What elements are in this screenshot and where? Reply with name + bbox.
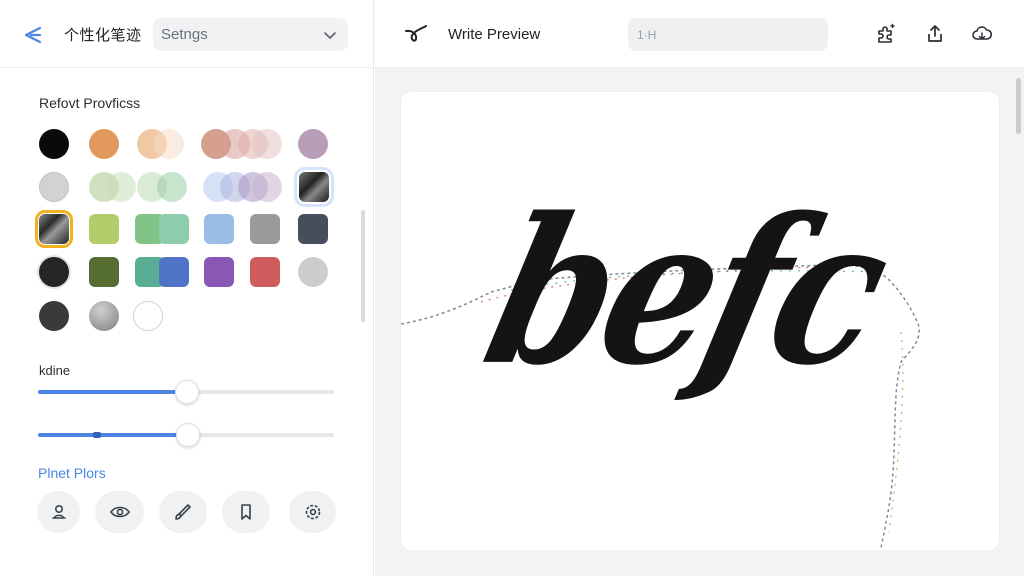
swatch-orange[interactable] xyxy=(89,129,119,159)
bookmark-button[interactable] xyxy=(222,491,270,533)
presets-link[interactable]: Plnet Plors xyxy=(38,465,106,481)
user-icon xyxy=(51,504,66,519)
slider-thumb[interactable] xyxy=(175,380,199,404)
settings-dropdown-value: Setngs xyxy=(161,26,208,43)
swatch-white[interactable] xyxy=(133,301,163,331)
swatch-mauve-light[interactable] xyxy=(252,172,282,202)
sync-button[interactable] xyxy=(968,20,996,48)
swatch-slate[interactable] xyxy=(298,214,328,244)
swatch-gray[interactable] xyxy=(250,214,280,244)
handwriting-preview: befc xyxy=(466,174,906,411)
slider-thumb[interactable] xyxy=(176,423,200,447)
eye-icon xyxy=(109,506,130,518)
slider-fill xyxy=(38,433,188,437)
cloud-sync-icon xyxy=(972,26,993,40)
swatch-peach-light[interactable] xyxy=(154,129,184,159)
brush-presets-title: Refovt Provficss xyxy=(39,95,141,111)
user-button[interactable] xyxy=(37,491,80,533)
swatch-black[interactable] xyxy=(39,129,69,159)
preview-search-input[interactable]: 1·H xyxy=(628,18,828,51)
settings-panel: 个性化笔迹 Setngs Refovt Provficss kdine Plne… xyxy=(0,0,374,576)
back-arrow-icon xyxy=(24,26,42,44)
slider-marker xyxy=(93,432,101,438)
slider-label: kdine xyxy=(39,363,71,378)
swatch-texture-graphite[interactable] xyxy=(35,210,73,248)
swatch-charcoal[interactable] xyxy=(39,257,69,287)
chevron-down-icon xyxy=(322,27,338,43)
swatch-cobalt[interactable] xyxy=(159,257,189,287)
settings-dropdown[interactable]: Setngs xyxy=(153,18,348,51)
swatch-dark-gray[interactable] xyxy=(39,301,69,331)
puzzle-icon xyxy=(878,23,895,43)
share-icon xyxy=(928,25,942,42)
swatch-texture-charcoal[interactable] xyxy=(294,167,334,207)
left-header: 个性化笔迹 Setngs xyxy=(0,0,373,68)
swatch-sky-blue[interactable] xyxy=(204,214,234,244)
plugin-button[interactable] xyxy=(872,20,900,48)
swatch-sage-light[interactable] xyxy=(106,172,136,202)
opacity-slider[interactable] xyxy=(38,423,334,447)
brush-icon xyxy=(175,504,191,520)
swatch-mint-dark[interactable] xyxy=(157,172,187,202)
panel-title: 个性化笔迹 xyxy=(64,27,142,44)
preview-header: Write Preview 1·H xyxy=(375,0,1024,68)
back-button[interactable] xyxy=(18,21,46,49)
swatch-silver[interactable] xyxy=(298,257,328,287)
swatch-lavender[interactable] xyxy=(298,129,328,159)
swatch-lime[interactable] xyxy=(89,214,119,244)
swatch-green-teal[interactable] xyxy=(159,214,189,244)
preview-title: Write Preview xyxy=(448,26,541,43)
pen-logo-icon xyxy=(405,25,427,42)
slider-fill xyxy=(38,390,188,394)
swatch-olive[interactable] xyxy=(89,257,119,287)
swatch-purple[interactable] xyxy=(204,257,234,287)
swatch-light-gray[interactable] xyxy=(39,172,69,202)
bookmark-icon xyxy=(241,504,251,520)
swatch-red[interactable] xyxy=(250,257,280,287)
swatch-gradient-gray[interactable] xyxy=(89,301,119,331)
brush-button[interactable] xyxy=(159,491,207,533)
panel-scrollbar[interactable] xyxy=(361,210,365,322)
preview-scrollbar[interactable] xyxy=(1016,78,1021,134)
swatch-pink-light[interactable] xyxy=(252,129,282,159)
settings-button[interactable] xyxy=(289,491,336,533)
writing-canvas[interactable]: befc xyxy=(401,92,999,550)
gear-icon xyxy=(305,504,320,520)
view-button[interactable] xyxy=(95,491,144,533)
preview-panel: Write Preview 1·H befc xyxy=(375,0,1024,576)
line-width-slider[interactable] xyxy=(38,380,334,404)
share-button[interactable] xyxy=(921,20,949,48)
